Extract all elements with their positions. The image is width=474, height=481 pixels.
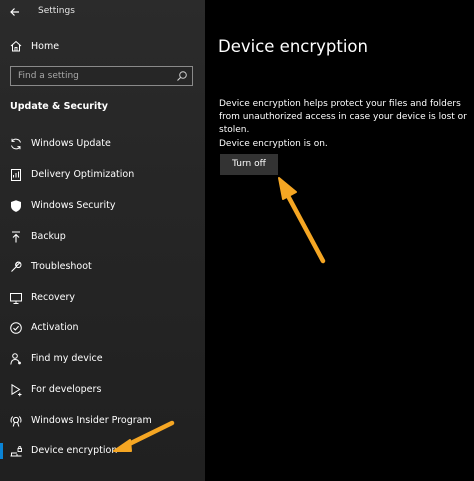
back-button[interactable]: [6, 3, 24, 21]
sidebar-item-troubleshoot[interactable]: Troubleshoot: [0, 255, 205, 279]
sidebar-item-label: Delivery Optimization: [31, 169, 135, 180]
shield-icon: [9, 199, 23, 213]
sidebar-item-label: Device encryption: [31, 445, 118, 456]
main-pane: Device encryption Device encryption help…: [205, 0, 474, 481]
search-input[interactable]: Find a setting: [10, 66, 193, 86]
search-placeholder: Find a setting: [18, 71, 79, 81]
home-nav[interactable]: Home: [0, 36, 205, 58]
sidebar-item-windows-update[interactable]: Windows Update: [0, 132, 205, 156]
description-text: Device encryption helps protect your fil…: [219, 99, 467, 135]
page-title: Device encryption: [218, 37, 368, 56]
search-icon[interactable]: [176, 70, 188, 82]
home-label: Home: [31, 41, 60, 52]
sidebar-item-for-developers[interactable]: For developers: [0, 378, 205, 402]
annotation-arrow-icon: [113, 420, 175, 452]
sidebar-item-backup[interactable]: Backup: [0, 225, 205, 249]
title-bar: Settings: [0, 0, 205, 24]
delivery-optimization-icon: [9, 168, 23, 182]
sidebar-item-label: For developers: [31, 384, 102, 395]
recovery-icon: [9, 291, 23, 305]
sidebar-item-label: Windows Security: [31, 200, 116, 211]
sidebar-item-find-my-device[interactable]: Find my device: [0, 347, 205, 371]
sidebar-item-label: Activation: [31, 322, 79, 333]
sidebar-item-label: Windows Update: [31, 138, 111, 149]
home-icon: [9, 39, 23, 53]
refresh-icon: [9, 137, 23, 151]
backup-icon: [9, 230, 23, 244]
developer-icon: [9, 383, 23, 397]
section-title: Update & Security: [10, 101, 108, 112]
person-locate-icon: [9, 352, 23, 366]
device-encryption-icon: [9, 444, 23, 458]
selection-indicator: [0, 443, 3, 459]
sidebar-item-recovery[interactable]: Recovery: [0, 286, 205, 310]
sidebar-item-label: Recovery: [31, 292, 76, 303]
back-arrow-icon: [10, 8, 19, 16]
status-text: Device encryption is on.: [219, 139, 328, 149]
sidebar-item-label: Backup: [31, 231, 66, 242]
wrench-icon: [9, 260, 23, 274]
sidebar-item-delivery-optimization[interactable]: Delivery Optimization: [0, 163, 205, 187]
app-title: Settings: [38, 6, 75, 16]
sidebar-item-label: Find my device: [31, 353, 103, 364]
insider-icon: [9, 414, 23, 428]
sidebar-item-label: Troubleshoot: [31, 261, 92, 272]
sidebar-item-activation[interactable]: Activation: [0, 316, 205, 340]
annotation-arrow-icon: [278, 177, 326, 264]
sidebar-item-windows-security[interactable]: Windows Security: [0, 194, 205, 218]
check-circle-icon: [9, 321, 23, 335]
sidebar: Settings Home Find a setting Update & Se…: [0, 0, 205, 481]
